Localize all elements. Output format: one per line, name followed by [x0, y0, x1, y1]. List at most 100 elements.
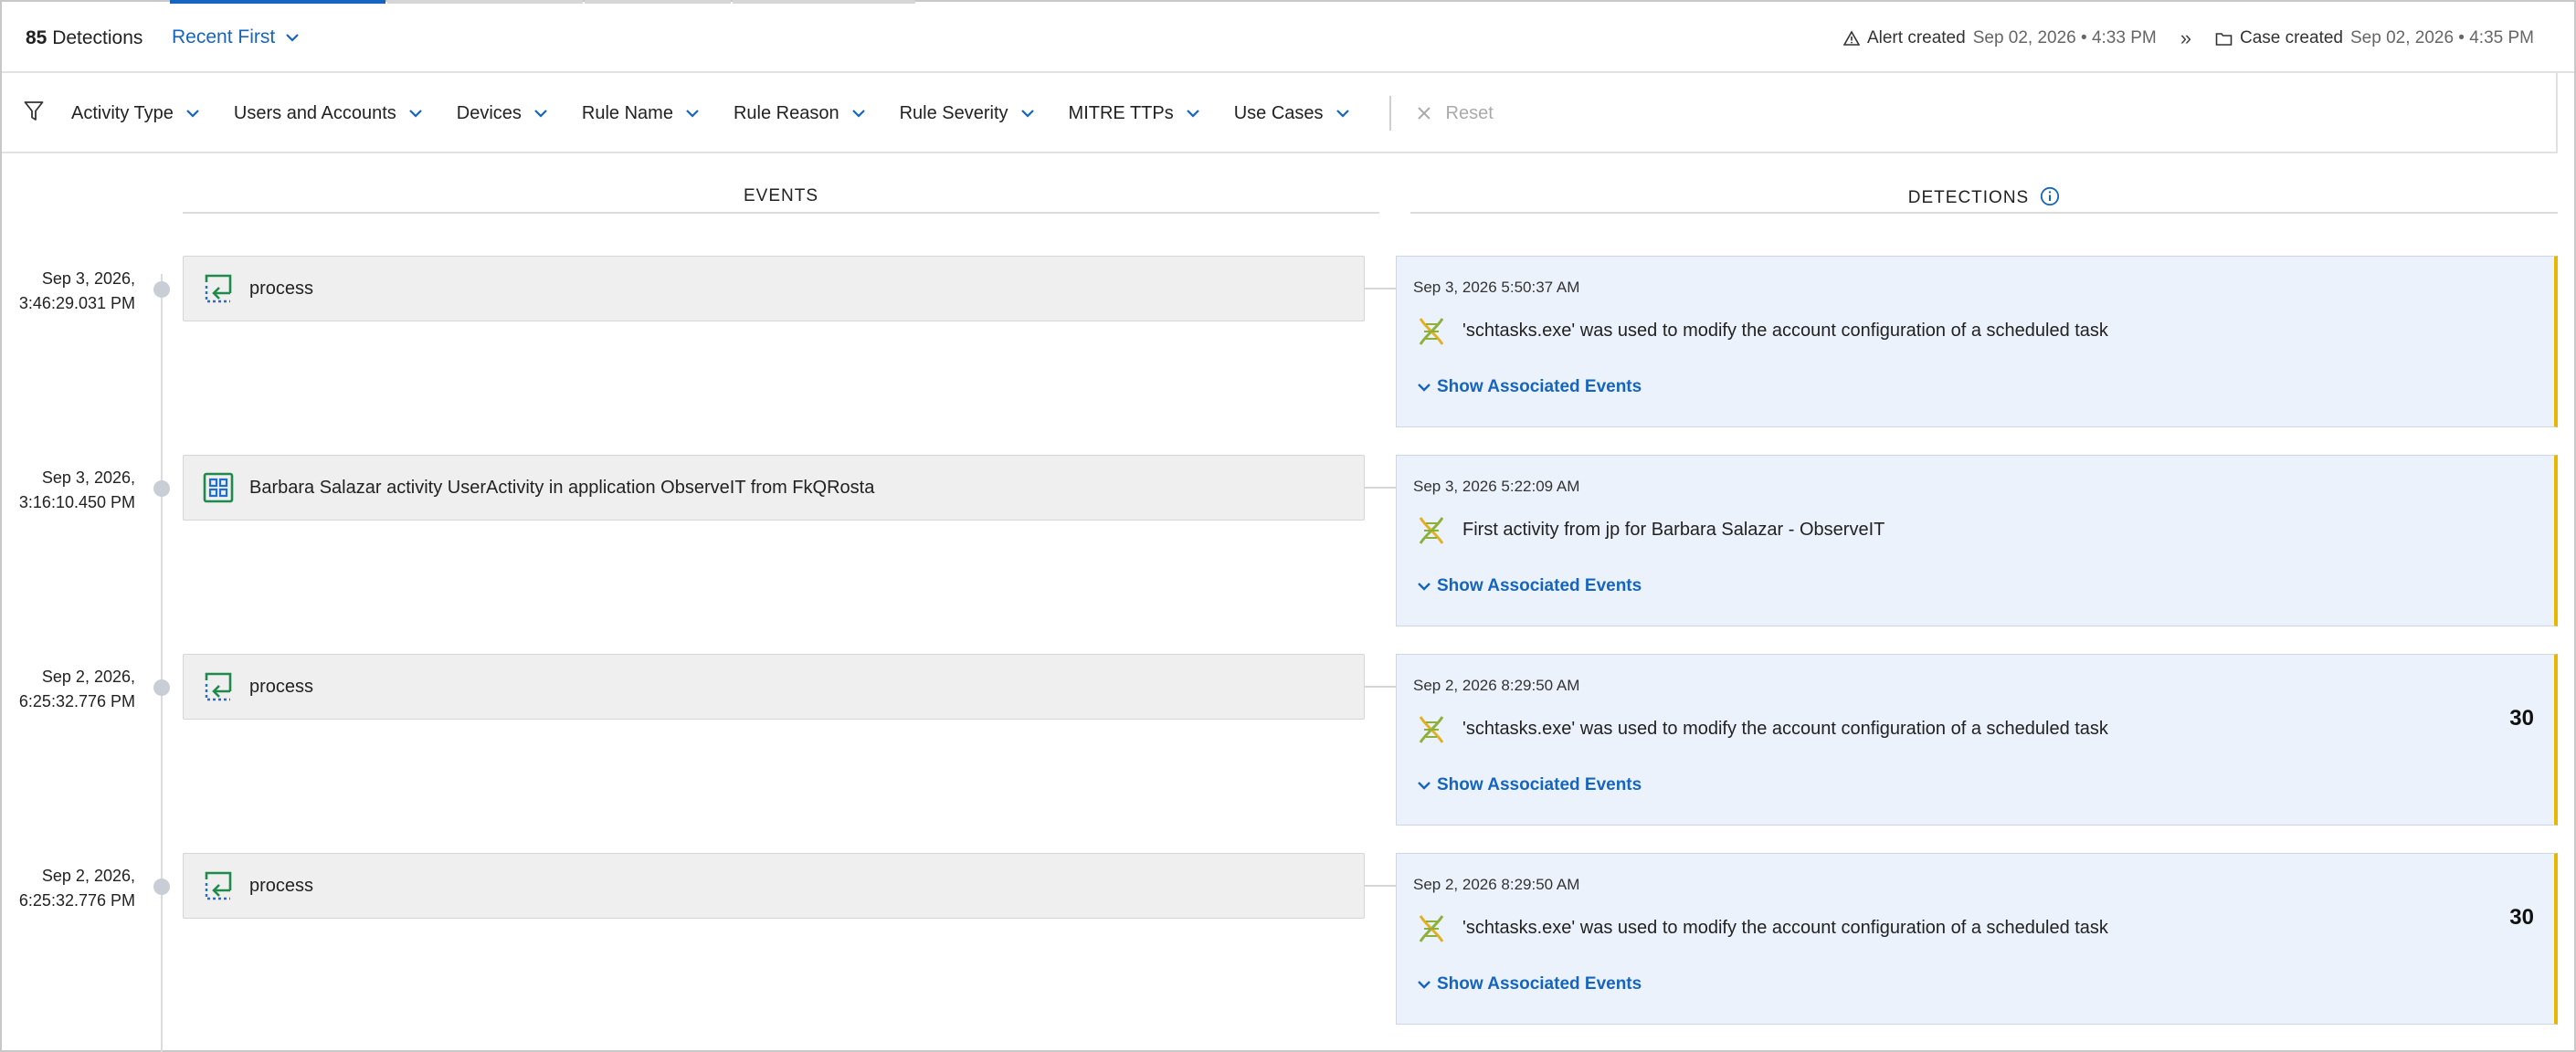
event-detection-connector [1365, 288, 1396, 289]
detection-time: Sep 2, 2026 8:29:50 AM [1413, 677, 1580, 694]
timestamp-date: Sep 2, 2026, [41, 668, 135, 686]
timestamp-date: Sep 3, 2026, [41, 468, 135, 487]
filter-use-cases[interactable]: Use Cases [1234, 103, 1351, 124]
timeline-dot [153, 480, 170, 497]
detections-header: 85 Detections Recent First Alert created… [2, 4, 2574, 73]
filter-bar: Activity Type Users and Accounts Devices… [2, 73, 2558, 153]
show-associated-events-link[interactable]: Show Associated Events [1417, 775, 1642, 795]
filter-rule-reason[interactable]: Rule Reason [734, 103, 867, 124]
double-chevron-icon: » [2180, 26, 2191, 49]
chevron-down-icon [1336, 110, 1349, 118]
filter-list: Activity Type Users and Accounts Devices… [71, 73, 1494, 153]
filter-funnel-icon[interactable] [24, 100, 44, 122]
show-associated-events-link[interactable]: Show Associated Events [1417, 377, 1642, 397]
app-grid-icon [202, 471, 235, 504]
event-detection-connector [1365, 487, 1396, 489]
event-card[interactable]: process [183, 256, 1365, 321]
timestamp-time: 6:25:32.776 PM [18, 891, 135, 910]
chevron-down-icon [851, 110, 865, 118]
detections-heading-label: DETECTIONS [1907, 188, 2030, 207]
timeline-axis [161, 274, 163, 1052]
process-icon [202, 272, 235, 305]
detection-card: Sep 2, 2026 8:29:50 AM 'schtasks.exe' wa… [1396, 654, 2558, 826]
event-timestamp: Sep 3, 2026, 3:46:29.031 PM [0, 267, 135, 316]
filter-rule-name[interactable]: Rule Name [582, 103, 701, 124]
detections-column-heading: DETECTIONS [1410, 186, 2558, 208]
timestamp-date: Sep 3, 2026, [41, 269, 135, 288]
process-icon [202, 869, 235, 902]
event-text: Barbara Salazar activity UserActivity in… [249, 477, 875, 498]
info-icon[interactable] [2040, 186, 2060, 206]
event-text: process [249, 278, 314, 299]
filter-divider [1388, 96, 1391, 131]
reset-button[interactable]: Reset [1417, 103, 1494, 124]
chevron-down-icon [186, 110, 199, 118]
alert-created-label: Alert created [1866, 28, 1966, 47]
dna-icon [1419, 318, 1444, 345]
filter-mitre-ttps[interactable]: MITRE TTPs [1069, 103, 1201, 124]
chevron-down-icon [534, 110, 547, 118]
chevron-down-icon [286, 34, 299, 42]
close-icon [1417, 107, 1431, 120]
detection-text: 'schtasks.exe' was used to modify the ac… [1462, 719, 2108, 739]
case-created-time: Sep 02, 2026 • 4:35 PM [2349, 28, 2534, 47]
filter-label: Devices [456, 102, 522, 123]
dna-icon [1419, 915, 1444, 942]
chevron-down-icon [409, 110, 422, 118]
filter-devices[interactable]: Devices [457, 103, 549, 124]
filter-label: MITRE TTPs [1068, 102, 1174, 123]
dna-icon [1419, 517, 1444, 544]
timeline-dot [153, 878, 170, 895]
chevron-down-icon [1418, 782, 1431, 790]
timestamp-time: 3:16:10.450 PM [18, 493, 135, 511]
timestamp-date: Sep 2, 2026, [41, 867, 135, 885]
filter-activity-type[interactable]: Activity Type [71, 103, 201, 124]
filter-label: Activity Type [71, 102, 174, 123]
chevron-down-icon [686, 110, 699, 118]
folder-icon [2215, 32, 2233, 46]
chevron-down-icon [1418, 981, 1431, 989]
event-detection-connector [1365, 686, 1396, 688]
event-timestamp: Sep 2, 2026, 6:25:32.776 PM [0, 864, 135, 913]
detection-card: Sep 3, 2026 5:22:09 AM First activity fr… [1396, 455, 2558, 626]
filter-users-and-accounts[interactable]: Users and Accounts [234, 103, 424, 124]
show-associated-events-label: Show Associated Events [1437, 377, 1642, 396]
detection-score: 30 [2509, 905, 2534, 930]
event-timestamp: Sep 3, 2026, 3:16:10.450 PM [0, 466, 135, 515]
event-text: process [249, 676, 314, 697]
detection-text: 'schtasks.exe' was used to modify the ac… [1462, 321, 2108, 341]
chevron-down-icon [1418, 583, 1431, 591]
detection-card: Sep 2, 2026 8:29:50 AM 'schtasks.exe' wa… [1396, 853, 2558, 1025]
timestamp-time: 6:25:32.776 PM [18, 692, 135, 710]
case-created-label: Case created [2239, 28, 2343, 47]
filter-label: Rule Name [581, 102, 673, 123]
event-card[interactable]: process [183, 654, 1365, 720]
event-text: process [249, 875, 314, 896]
warning-triangle-icon [1842, 30, 1860, 46]
sort-label: Recent First [172, 26, 276, 47]
show-associated-events-label: Show Associated Events [1437, 775, 1642, 794]
filter-label: Rule Reason [733, 102, 839, 123]
case-timeline-info: Alert created Sep 02, 2026 • 4:33 PM » C… [1842, 26, 2534, 50]
chevron-down-icon [1418, 384, 1431, 392]
show-associated-events-link[interactable]: Show Associated Events [1417, 576, 1642, 596]
event-card[interactable]: process [183, 853, 1365, 919]
chevron-down-icon [1020, 110, 1034, 118]
alert-created-time: Sep 02, 2026 • 4:33 PM [1972, 28, 2157, 47]
show-associated-events-link[interactable]: Show Associated Events [1417, 974, 1642, 994]
timeline-dot [153, 679, 170, 696]
filter-rule-severity[interactable]: Rule Severity [900, 103, 1036, 124]
events-heading-rule [183, 212, 1379, 214]
show-associated-events-label: Show Associated Events [1437, 974, 1642, 994]
detection-text: First activity from jp for Barbara Salaz… [1462, 520, 1885, 540]
detection-text: 'schtasks.exe' was used to modify the ac… [1462, 918, 2108, 938]
sort-dropdown[interactable]: Recent First [172, 26, 301, 48]
filter-label: Use Cases [1233, 102, 1324, 123]
show-associated-events-label: Show Associated Events [1437, 576, 1642, 595]
timestamp-time: 3:46:29.031 PM [18, 294, 135, 312]
process-icon [202, 670, 235, 703]
event-card[interactable]: Barbara Salazar activity UserActivity in… [183, 455, 1365, 521]
detection-time: Sep 2, 2026 8:29:50 AM [1413, 876, 1580, 893]
detections-count-label: Detections [52, 27, 143, 48]
events-heading-label: EVENTS [743, 186, 819, 205]
